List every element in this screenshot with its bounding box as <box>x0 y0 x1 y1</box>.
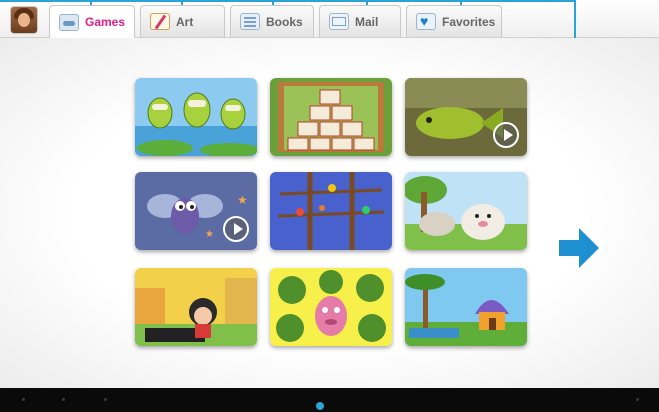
game-thumbnail[interactable] <box>270 78 392 156</box>
next-page-arrow-icon[interactable] <box>557 226 601 270</box>
game-thumbnail[interactable] <box>405 172 527 250</box>
book-icon <box>240 13 260 30</box>
mail-icon <box>329 13 349 30</box>
paintbrush-icon <box>150 13 170 30</box>
nav-dot <box>22 398 25 401</box>
tab-art-label: Art <box>176 14 194 29</box>
game-controller-icon <box>59 13 79 31</box>
stacked-blocks-puzzle-image <box>270 78 392 156</box>
profile-avatar[interactable] <box>10 6 38 34</box>
game-thumbnail[interactable] <box>135 268 257 346</box>
game-thumbnail[interactable] <box>405 78 527 156</box>
nav-dot <box>636 398 639 401</box>
girl-in-city-image <box>135 268 257 346</box>
svg-text:★: ★ <box>237 193 248 207</box>
svg-text:★: ★ <box>205 229 214 240</box>
game-thumbnail[interactable]: ★ ★ <box>135 172 257 250</box>
house-in-jungle-image <box>405 268 527 346</box>
avatar-face <box>18 13 30 27</box>
game-thumbnail[interactable] <box>135 78 257 156</box>
page-indicator-dot <box>316 402 324 410</box>
tab-games-label: Games <box>85 15 126 29</box>
game-thumbnail[interactable] <box>270 172 392 250</box>
tab-mail[interactable]: Mail <box>319 5 401 37</box>
tab-books[interactable]: Books <box>230 5 314 37</box>
system-navigation-bar <box>0 388 659 412</box>
hamster-in-garden-image <box>405 172 527 250</box>
nav-dot <box>62 398 65 401</box>
game-grid: ★ ★ <box>0 38 659 388</box>
tab-favorites-label: Favorites <box>442 14 496 29</box>
birds-on-branches-image <box>270 172 392 250</box>
games-content: ★ ★ <box>0 38 659 388</box>
play-video-icon[interactable] <box>223 216 249 242</box>
tab-books-label: Books <box>266 14 303 29</box>
game-thumbnail[interactable] <box>405 268 527 346</box>
nav-dot <box>104 398 107 401</box>
tab-mail-label: Mail <box>355 14 379 29</box>
frogs-at-pond-image <box>135 78 257 156</box>
tab-games[interactable]: Games <box>49 5 135 38</box>
annotation-line <box>0 0 576 2</box>
play-video-icon[interactable] <box>493 122 519 148</box>
tab-favorites[interactable]: Favorites <box>406 5 502 37</box>
tab-art[interactable]: Art <box>140 5 225 37</box>
heart-icon <box>416 13 436 30</box>
top-tab-bar: Games Art Books Mail Favorites <box>0 0 659 204</box>
game-thumbnail[interactable] <box>270 268 392 346</box>
creature-in-broccoli-image <box>270 268 392 346</box>
